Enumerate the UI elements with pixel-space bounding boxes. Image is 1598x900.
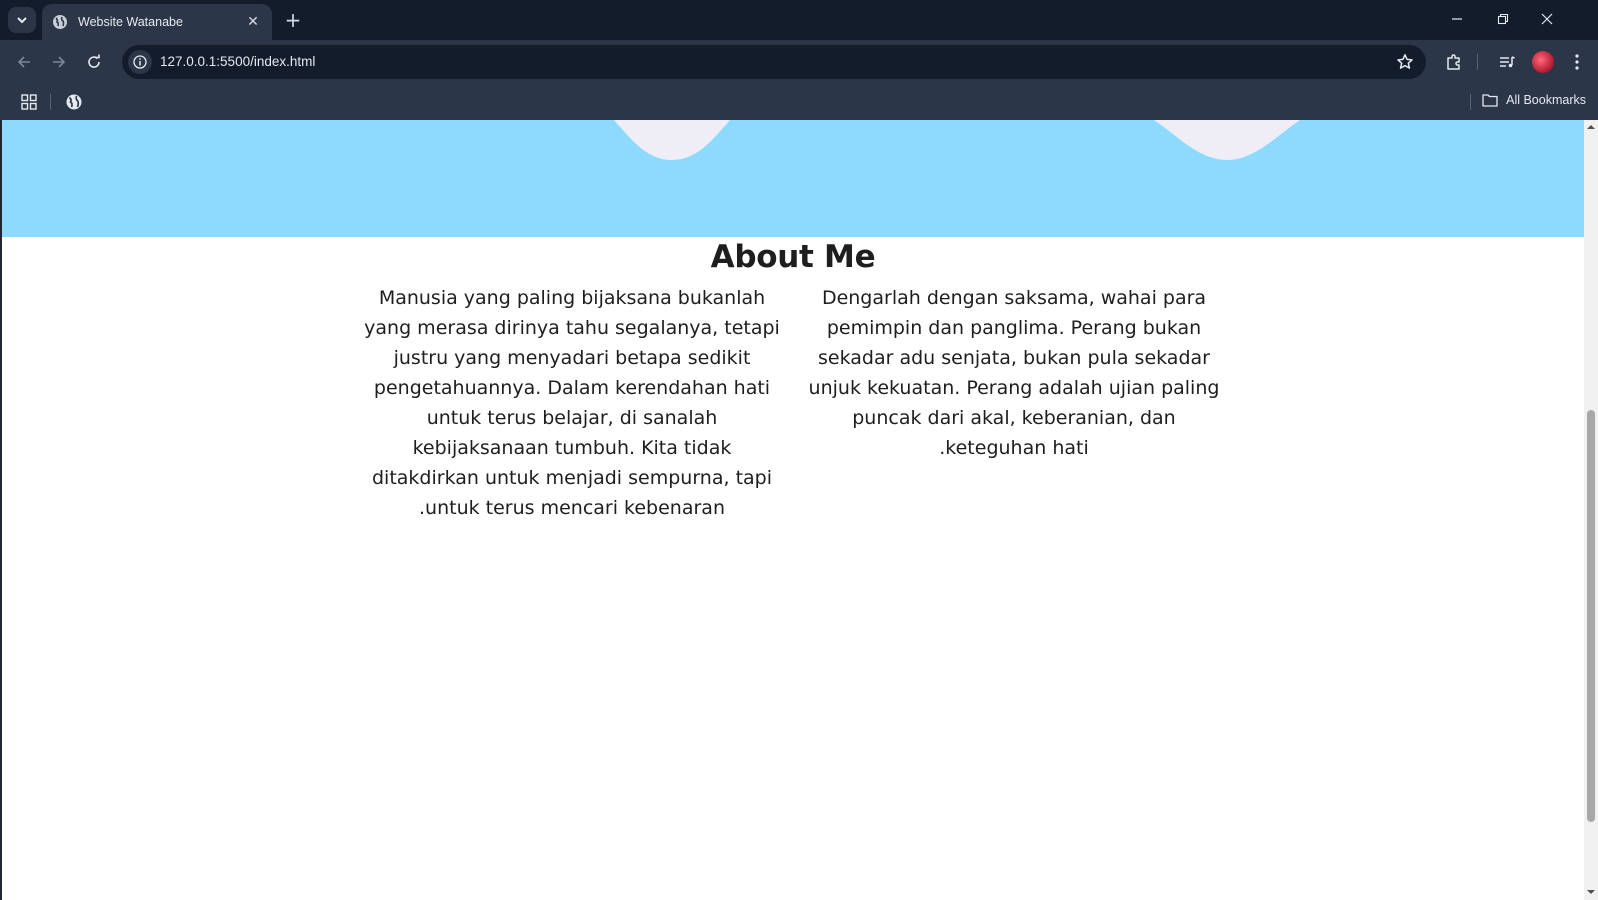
about-heading: About Me: [710, 239, 876, 275]
all-bookmarks-label: All Bookmarks: [1506, 93, 1586, 107]
kebab-menu-icon[interactable]: [1566, 51, 1588, 73]
about-paragraph-right: Dengarlah dengan saksama, wahai para pem…: [808, 287, 1220, 459]
profile-avatar[interactable]: [1532, 51, 1554, 73]
extensions-icon[interactable]: [1443, 51, 1465, 73]
page-viewport: About Me Manusia yang paling bijaksana b…: [0, 120, 1584, 900]
scroll-up-icon[interactable]: [1587, 123, 1595, 131]
globe-favicon-icon: [53, 15, 67, 29]
hero-band: [2, 120, 1584, 237]
page-scrollbar[interactable]: [1584, 120, 1598, 900]
browser-toolbar: 127.0.0.1:5500/index.html: [0, 40, 1598, 84]
about-paragraph-left: Manusia yang paling bijaksana bukanlah y…: [364, 287, 780, 519]
toolbar-divider: [1477, 54, 1478, 70]
globe-bookmark-icon[interactable]: [65, 93, 83, 111]
back-arrow-icon[interactable]: [12, 50, 36, 74]
forward-arrow-icon[interactable]: [47, 50, 71, 74]
star-icon[interactable]: [1396, 53, 1414, 71]
minimize-icon[interactable]: [1434, 0, 1480, 38]
restore-icon[interactable]: [1480, 0, 1526, 38]
reload-icon[interactable]: [82, 50, 106, 74]
address-bar[interactable]: 127.0.0.1:5500/index.html: [122, 45, 1426, 79]
hero-drip-shape-right: [1154, 120, 1300, 160]
bookmarks-divider-right: [1470, 94, 1471, 110]
all-bookmarks-button[interactable]: All Bookmarks: [1482, 93, 1586, 107]
media-control-icon[interactable]: [1496, 51, 1518, 73]
tab-title: Website Watanabe: [78, 15, 183, 29]
folder-icon: [1482, 94, 1498, 107]
window-close-icon[interactable]: [1524, 0, 1570, 38]
hero-drip-shape-left: [614, 120, 730, 160]
scroll-down-icon[interactable]: [1587, 888, 1595, 896]
apps-grid-icon[interactable]: [20, 93, 38, 111]
url-text[interactable]: 127.0.0.1:5500/index.html: [160, 54, 315, 69]
close-icon[interactable]: ✕: [244, 14, 262, 30]
tab-strip: Website Watanabe ✕ +: [0, 0, 1598, 40]
chevron-down-icon: [17, 17, 27, 24]
tab-search-button[interactable]: [8, 7, 36, 33]
bookmarks-divider: [50, 94, 51, 110]
tab-active[interactable]: Website Watanabe ✕: [42, 4, 272, 40]
info-icon[interactable]: [128, 50, 152, 74]
plus-icon[interactable]: +: [282, 9, 304, 31]
scrollbar-thumb[interactable]: [1587, 410, 1595, 822]
bookmarks-bar: All Bookmarks: [0, 84, 1598, 120]
